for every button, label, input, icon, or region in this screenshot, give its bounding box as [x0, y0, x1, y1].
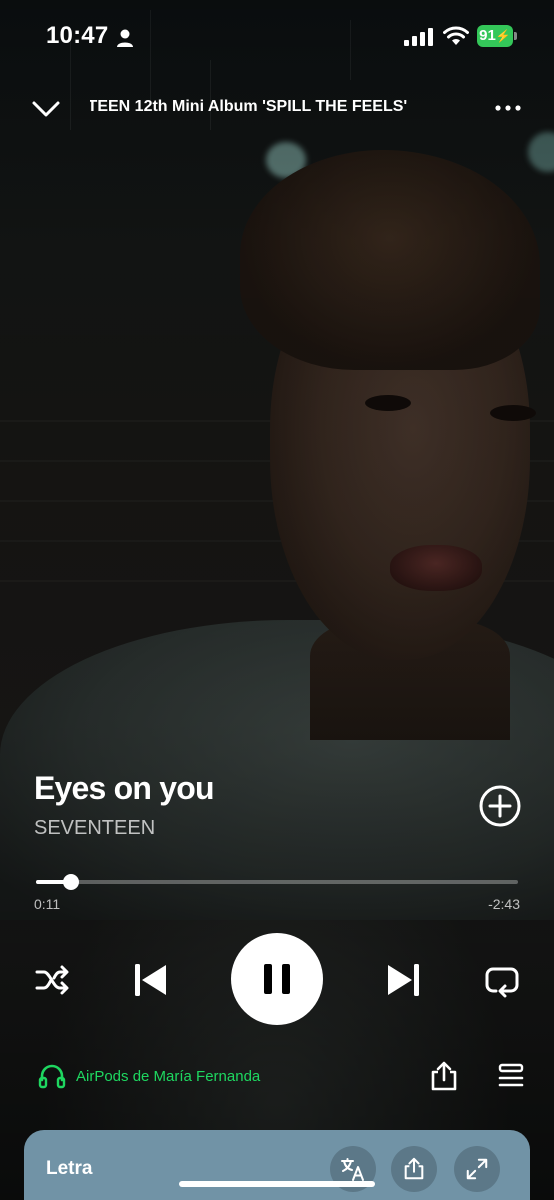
more-icon[interactable]: [490, 97, 526, 119]
share-icon: [404, 1157, 424, 1180]
track-artist[interactable]: SEVENTEEN: [34, 817, 155, 840]
elapsed-time: 0:11: [34, 896, 61, 912]
translate-icon: [341, 1158, 364, 1181]
signal-icon: [404, 28, 433, 46]
pause-icon: [264, 964, 290, 994]
connected-device[interactable]: AirPods de María Fernanda: [38, 1062, 260, 1090]
expand-button[interactable]: [454, 1146, 500, 1192]
home-indicator[interactable]: [179, 1181, 375, 1187]
remaining-time: -2:43: [488, 896, 520, 912]
headphones-icon: [38, 1064, 66, 1089]
previous-icon[interactable]: [130, 960, 170, 1000]
pause-button[interactable]: [231, 933, 323, 1025]
battery-indicator: 91⚡: [477, 25, 513, 47]
lyrics-title: Letra: [46, 1158, 93, 1179]
queue-icon[interactable]: [498, 1062, 524, 1090]
person-icon: [117, 29, 133, 47]
lyrics-card[interactable]: Letra: [24, 1130, 530, 1200]
progress-knob[interactable]: [62, 874, 79, 890]
next-icon[interactable]: [384, 960, 424, 1000]
expand-icon: [466, 1158, 488, 1180]
shuffle-icon[interactable]: [34, 964, 70, 996]
add-circle-icon[interactable]: [478, 784, 522, 828]
wifi-icon: [443, 26, 469, 45]
track-title: Eyes on you: [34, 770, 215, 806]
album-title: NTEEN 12th Mini Album 'SPILL THE FEELS': [90, 98, 408, 115]
share-icon[interactable]: [428, 1060, 460, 1092]
repeat-icon[interactable]: [484, 962, 520, 998]
device-name: AirPods de María Fernanda: [76, 1067, 261, 1085]
status-time: 10:47: [46, 22, 109, 49]
chevron-down-icon[interactable]: [30, 96, 62, 122]
progress-bar[interactable]: [36, 874, 518, 890]
battery-level: 91: [479, 27, 496, 44]
lyrics-share-button[interactable]: [391, 1146, 437, 1192]
status-bar: 10:47 91⚡: [0, 0, 554, 70]
